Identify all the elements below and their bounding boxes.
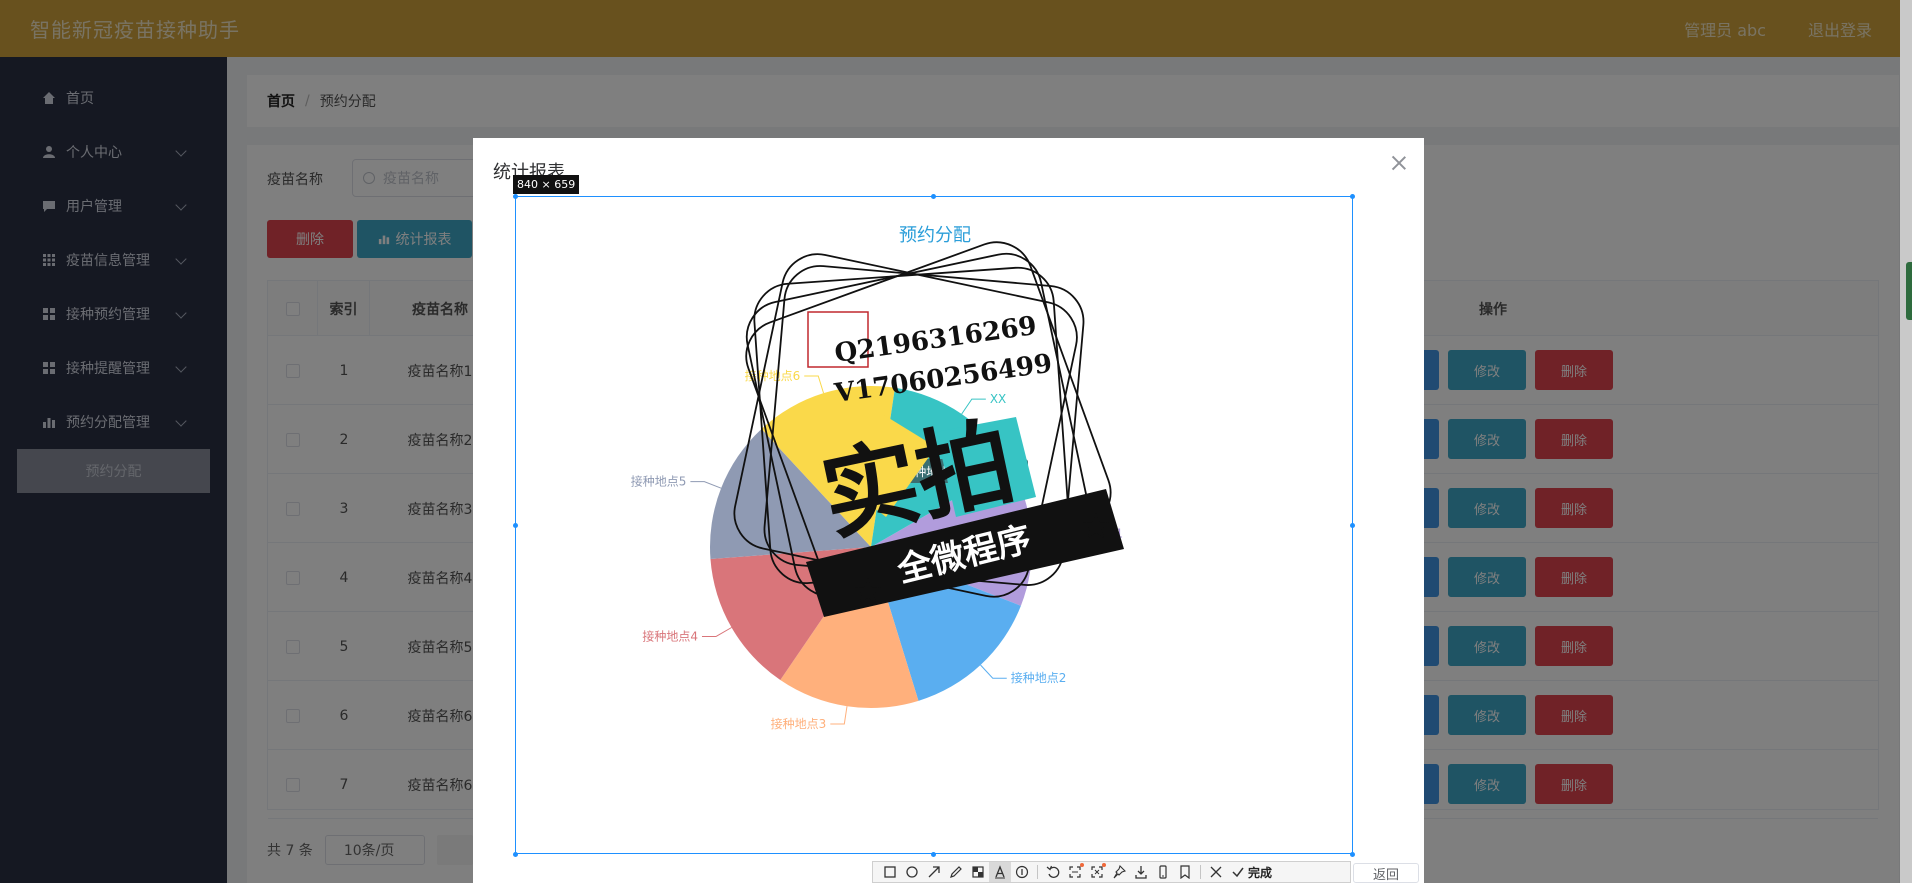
toolbar-divider [1037, 865, 1038, 879]
capture-toolbar: 完成 [872, 861, 1351, 883]
pin-icon[interactable] [1108, 862, 1130, 882]
done-label: 完成 [1248, 865, 1273, 880]
done-button[interactable]: 完成 [1231, 864, 1272, 881]
bookmark-icon[interactable] [1174, 862, 1196, 882]
slice-leader-line [690, 481, 722, 489]
resize-handle-tl[interactable] [513, 194, 518, 199]
arrow-icon[interactable] [923, 862, 945, 882]
pie-chart: 接种地点1接种地点2接种地点3接种地点4接种地点5接种地点6XX接种地点XX(1… [631, 241, 1124, 731]
close-icon[interactable] [1392, 156, 1406, 170]
resize-handle-br[interactable] [1350, 852, 1355, 857]
text-icon[interactable] [989, 862, 1011, 882]
resize-handle-tr[interactable] [1350, 194, 1355, 199]
resize-handle-l[interactable] [513, 523, 518, 528]
slice-label: 接种地点4 [642, 629, 698, 644]
scroll-capture-icon[interactable] [1086, 862, 1108, 882]
back-button[interactable]: 返回 [1353, 863, 1419, 883]
resize-handle-bl[interactable] [513, 852, 518, 857]
slice-leader-line [701, 627, 732, 637]
download-icon[interactable] [1130, 862, 1152, 882]
resize-handle-b[interactable] [931, 852, 936, 857]
right-scrollbar[interactable] [1900, 0, 1912, 883]
capture-region[interactable]: 预约分配 接种地点1接种地点2接种地点3接种地点4接种地点5接种地点6XX接种地… [515, 196, 1353, 854]
check-icon [1232, 867, 1244, 878]
ocr-icon[interactable] [1064, 862, 1086, 882]
slice-leader-line [804, 375, 825, 394]
slice-label: 接种地点5 [631, 474, 687, 489]
number-marker-icon[interactable] [1011, 862, 1033, 882]
toolbar-divider [1200, 865, 1201, 879]
resize-handle-r[interactable] [1350, 523, 1355, 528]
slice-label: 接种地点3 [771, 716, 827, 731]
phone-icon[interactable] [1152, 862, 1174, 882]
side-tab[interactable] [1906, 262, 1912, 320]
slice-leader-line [830, 706, 848, 725]
circle-icon[interactable] [901, 862, 923, 882]
pen-icon[interactable] [945, 862, 967, 882]
cancel-icon[interactable] [1205, 862, 1227, 882]
undo-icon[interactable] [1042, 862, 1064, 882]
resize-handle-t[interactable] [931, 194, 936, 199]
mosaic-icon[interactable] [967, 862, 989, 882]
slice-leader-line [980, 664, 1007, 679]
rectangle-icon[interactable] [879, 862, 901, 882]
capture-size-label: 840 × 659 [513, 175, 580, 194]
slice-label: 接种地点2 [1011, 670, 1067, 685]
